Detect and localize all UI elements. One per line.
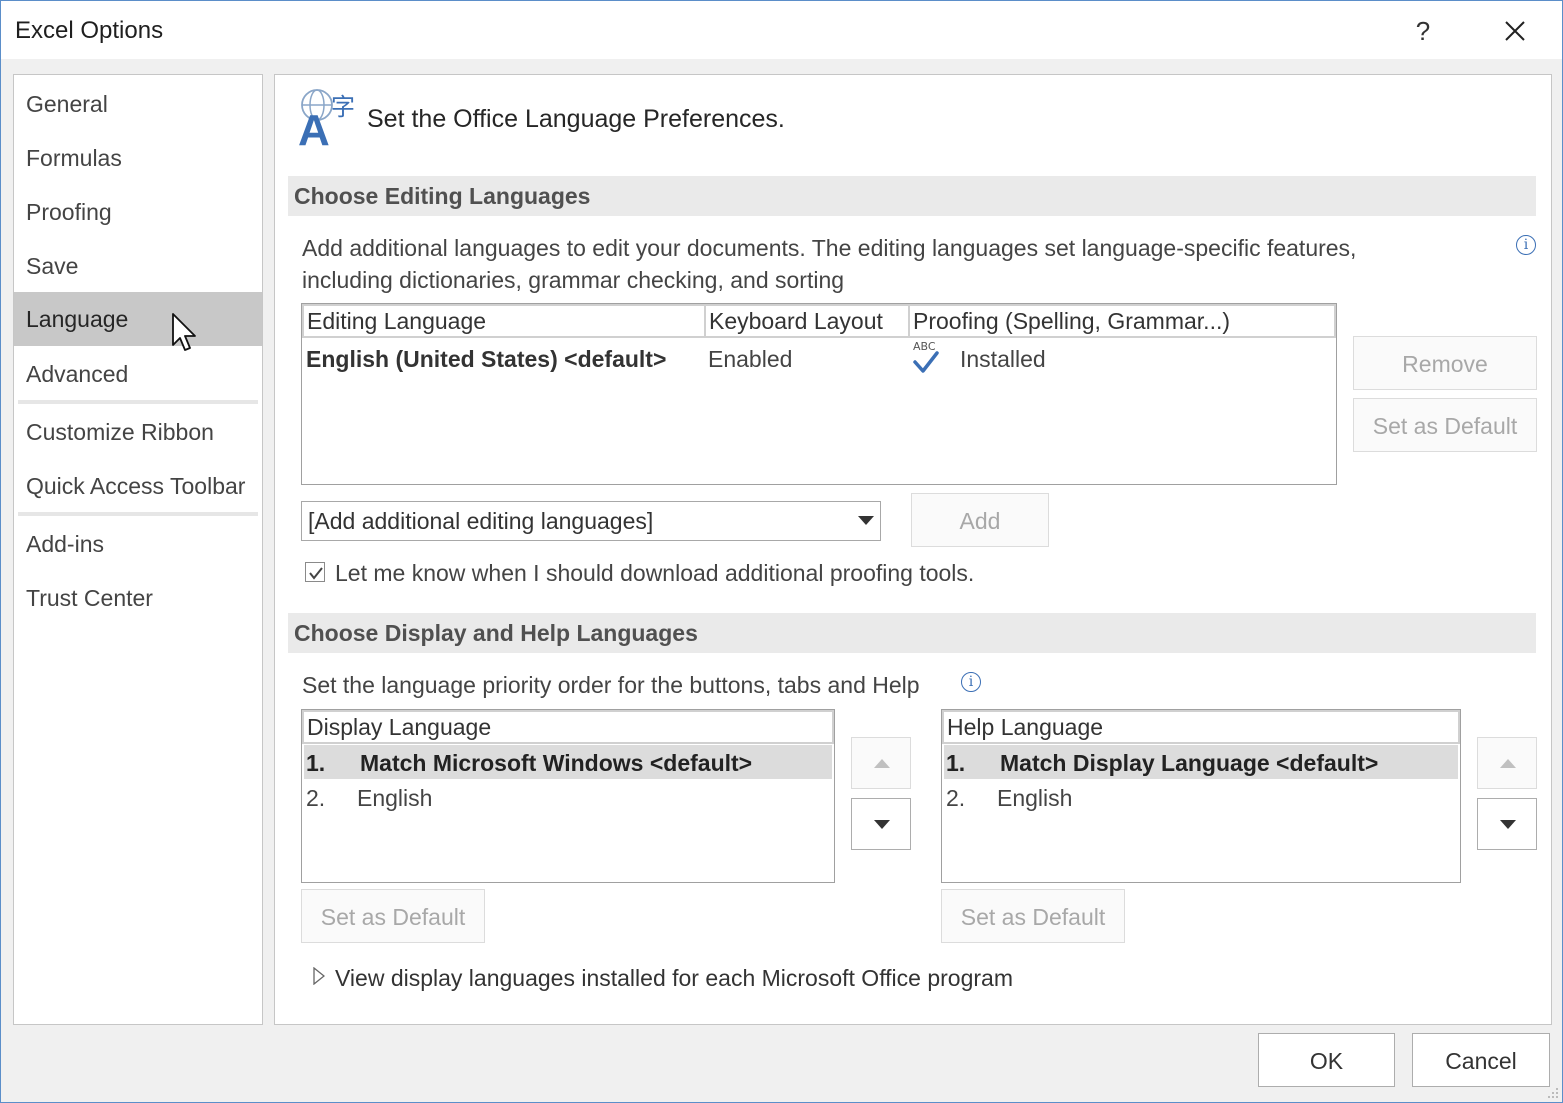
display-item-2-num: 2. (306, 785, 326, 811)
set-as-default-button[interactable]: Set as Default (1353, 398, 1537, 452)
column-header-editing-language[interactable]: Editing Language (302, 304, 706, 338)
help-item-1-num: 1. (946, 750, 966, 776)
display-item-1-num: 1. (306, 750, 326, 776)
help-move-up-button[interactable] (1477, 737, 1537, 789)
sidebar-nav: General Formulas Proofing Save Language … (13, 74, 263, 1025)
editing-description-line2: including dictionaries, grammar checking… (302, 267, 845, 293)
arrow-up-icon (1500, 759, 1516, 768)
svg-text:字: 字 (331, 93, 355, 121)
page-title: Set the Office Language Preferences. (367, 105, 785, 133)
close-icon (1505, 21, 1525, 41)
sidebar-item-quick-access-toolbar[interactable]: Quick Access Toolbar (14, 459, 262, 513)
help-button[interactable]: ? (1403, 9, 1443, 53)
remove-button[interactable]: Remove (1353, 336, 1537, 390)
sidebar-item-save[interactable]: Save (14, 239, 262, 293)
sidebar-divider (18, 512, 258, 516)
arrow-up-icon (874, 759, 890, 768)
help-item-2-label[interactable]: English (997, 785, 1072, 812)
sidebar-item-add-ins[interactable]: Add-ins (14, 517, 262, 571)
column-header-keyboard-layout[interactable]: Keyboard Layout (704, 304, 910, 338)
column-header-proofing[interactable]: Proofing (Spelling, Grammar...) (908, 304, 1336, 338)
add-editing-language-combo[interactable]: [Add additional editing languages] (301, 501, 881, 541)
sidebar-item-trust-center[interactable]: Trust Center (14, 571, 262, 625)
sidebar-item-general[interactable]: General (14, 77, 262, 131)
help-language-list[interactable]: Help Language 1. Match Display Language … (941, 709, 1461, 883)
excel-options-dialog: Excel Options ? General Formulas Proofin… (0, 0, 1563, 1103)
language-panel: A 字 Set the Office Language Preferences.… (274, 74, 1552, 1025)
expand-triangle-icon[interactable] (313, 967, 325, 985)
language-icon: A 字 (298, 89, 355, 149)
sidebar-item-proofing[interactable]: Proofing (14, 185, 262, 239)
download-proofing-checkbox[interactable] (305, 562, 325, 582)
checkmark-icon (913, 351, 939, 373)
editing-language-cell[interactable]: English (United States) <default> (306, 346, 666, 373)
download-proofing-label[interactable]: Let me know when I should download addit… (335, 560, 974, 587)
combo-value: [Add additional editing languages] (308, 508, 654, 534)
info-icon[interactable]: i (1516, 235, 1536, 255)
ok-button[interactable]: OK (1258, 1033, 1395, 1087)
window-title: Excel Options (15, 17, 164, 44)
add-button[interactable]: Add (911, 493, 1049, 547)
section-editing-languages: Choose Editing Languages (288, 176, 1536, 216)
sidebar-item-language[interactable]: Language (14, 292, 262, 346)
help-set-as-default-button[interactable]: Set as Default (941, 889, 1125, 943)
sidebar-item-customize-ribbon[interactable]: Customize Ribbon (14, 405, 262, 459)
checkbox-check-icon (309, 567, 323, 580)
keyboard-layout-cell: Enabled (708, 346, 793, 372)
svg-text:A: A (298, 106, 330, 149)
display-description: Set the language priority order for the … (302, 672, 920, 698)
view-display-languages-link[interactable]: View display languages installed for eac… (335, 965, 1013, 992)
help-item-1-label[interactable]: Match Display Language <default> (1000, 750, 1378, 777)
section-display-help-languages: Choose Display and Help Languages (288, 613, 1536, 653)
title-bar: Excel Options ? (1, 1, 1562, 59)
display-item-1-label[interactable]: Match Microsoft Windows <default> (360, 750, 752, 777)
display-set-as-default-button[interactable]: Set as Default (301, 889, 485, 943)
arrow-down-icon (1500, 820, 1516, 829)
cancel-button[interactable]: Cancel (1412, 1033, 1550, 1087)
info-icon[interactable]: i (961, 672, 981, 692)
close-button[interactable] (1491, 9, 1539, 53)
display-language-header: Display Language (302, 710, 834, 744)
resize-grip-icon[interactable] (1547, 1087, 1559, 1099)
dropdown-arrow-icon (858, 516, 874, 525)
sidebar-item-advanced[interactable]: Advanced (14, 347, 262, 401)
mouse-cursor-icon (172, 313, 196, 351)
help-item-2-num: 2. (946, 785, 966, 811)
display-move-down-button[interactable] (851, 798, 911, 850)
display-move-up-button[interactable] (851, 737, 911, 789)
display-item-2-label[interactable]: English (357, 785, 432, 812)
editing-languages-table[interactable]: Editing Language Keyboard Layout Proofin… (301, 303, 1337, 485)
sidebar-item-formulas[interactable]: Formulas (14, 131, 262, 185)
help-language-header: Help Language (942, 710, 1460, 744)
editing-description-line1: Add additional languages to edit your do… (302, 235, 1357, 261)
arrow-down-icon (874, 820, 890, 829)
display-language-list[interactable]: Display Language 1. Match Microsoft Wind… (301, 709, 835, 883)
help-move-down-button[interactable] (1477, 798, 1537, 850)
sidebar-divider (18, 400, 258, 404)
proofing-status-cell: Installed (960, 346, 1046, 372)
proofing-installed-icon: ABC (912, 340, 942, 376)
